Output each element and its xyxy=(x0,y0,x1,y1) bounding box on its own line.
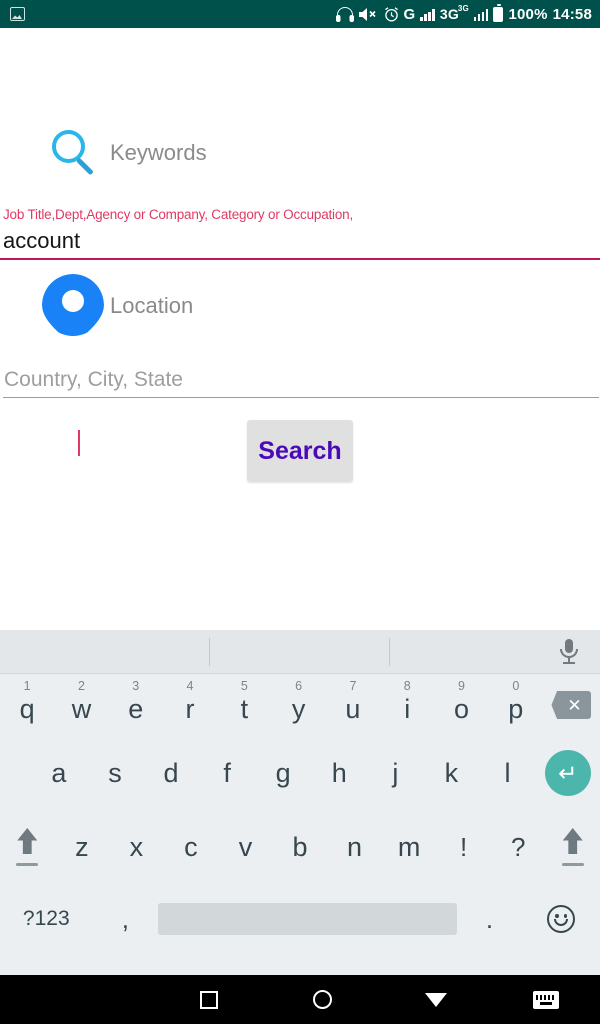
key-r[interactable]: 4r xyxy=(163,674,217,736)
key-period[interactable]: . xyxy=(457,884,523,954)
key-comma[interactable]: , xyxy=(93,884,159,954)
signal-bars-icon-2 xyxy=(473,8,489,21)
key-q[interactable]: 1q xyxy=(0,674,54,736)
phone-screen: G 3G 3G 100% 14:58 Keywords Job Title,Dep… xyxy=(0,0,600,1024)
shift-left-icon[interactable] xyxy=(0,810,55,884)
key-o[interactable]: 9o xyxy=(434,674,488,736)
key-i[interactable]: 8i xyxy=(380,674,434,736)
on-screen-keyboard: 1q 2w 3e 4r 5t 6y 7u 8i 9o 0p ✕ a s d f … xyxy=(0,630,600,975)
keyboard-row-3: z x c v b n m ! ? xyxy=(0,810,600,884)
key-w[interactable]: 2w xyxy=(54,674,108,736)
key-m[interactable]: m xyxy=(382,810,437,884)
keyboard-row-4: ?123 , . xyxy=(0,884,600,954)
location-input[interactable] xyxy=(3,368,599,398)
keywords-hint: Job Title,Dept,Agency or Company, Catego… xyxy=(3,207,354,222)
backspace-icon[interactable]: ✕ xyxy=(543,674,600,736)
image-icon xyxy=(10,7,25,21)
battery-icon xyxy=(493,4,504,22)
emoji-smiley-icon[interactable] xyxy=(522,884,600,954)
key-j[interactable]: j xyxy=(367,736,423,810)
spacebar-key[interactable] xyxy=(158,884,457,954)
keyboard-switch-icon[interactable] xyxy=(492,975,600,1024)
key-f[interactable]: f xyxy=(199,736,255,810)
key-b[interactable]: b xyxy=(273,810,328,884)
search-magnifier-icon xyxy=(52,130,100,182)
search-button[interactable]: Search xyxy=(247,420,353,482)
recents-square-icon[interactable] xyxy=(153,975,266,1024)
enter-key-icon[interactable]: ↵ xyxy=(536,736,600,810)
suggestion-bar[interactable] xyxy=(0,630,600,674)
volume-mute-icon xyxy=(358,7,379,22)
key-a[interactable]: a xyxy=(31,736,87,810)
search-form: Keywords Job Title,Dept,Agency or Compan… xyxy=(0,28,600,630)
home-circle-icon[interactable] xyxy=(266,975,379,1024)
key-g[interactable]: g xyxy=(255,736,311,810)
headphone-icon xyxy=(335,6,354,22)
key-c[interactable]: c xyxy=(164,810,219,884)
key-p[interactable]: 0p xyxy=(489,674,543,736)
signal-bars-icon-1 xyxy=(420,8,435,21)
key-y[interactable]: 6y xyxy=(271,674,325,736)
symbols-key[interactable]: ?123 xyxy=(0,884,93,954)
battery-percent-label: 100% xyxy=(508,5,548,23)
key-d[interactable]: d xyxy=(143,736,199,810)
key-l[interactable]: l xyxy=(479,736,535,810)
location-input-wrap xyxy=(0,368,600,402)
key-k[interactable]: k xyxy=(423,736,479,810)
status-bar-left xyxy=(10,7,25,21)
key-n[interactable]: n xyxy=(327,810,382,884)
key-h[interactable]: h xyxy=(311,736,367,810)
microphone-icon[interactable] xyxy=(556,638,582,666)
map-pin-icon xyxy=(42,274,104,346)
keywords-input[interactable] xyxy=(0,228,600,260)
location-label: Location xyxy=(110,293,194,318)
shift-right-icon[interactable] xyxy=(545,810,600,884)
google-indicator: G xyxy=(403,5,416,23)
key-question[interactable]: ? xyxy=(491,810,546,884)
keyboard-row-2: a s d f g h j k l ↵ xyxy=(0,736,600,810)
network-type-label: 3G 3G xyxy=(439,4,469,22)
status-bar-right: G 3G 3G 100% 14:58 xyxy=(335,4,593,23)
key-t[interactable]: 5t xyxy=(217,674,271,736)
text-cursor xyxy=(78,430,80,456)
alarm-clock-icon xyxy=(384,6,399,22)
key-exclamation[interactable]: ! xyxy=(436,810,491,884)
keyboard-row-1: 1q 2w 3e 4r 5t 6y 7u 8i 9o 0p ✕ xyxy=(0,674,600,736)
key-z[interactable]: z xyxy=(55,810,110,884)
keywords-label: Keywords xyxy=(110,140,207,165)
back-triangle-icon[interactable] xyxy=(379,975,492,1024)
android-navigation-bar xyxy=(0,975,600,1024)
key-s[interactable]: s xyxy=(87,736,143,810)
status-bar: G 3G 3G 100% 14:58 xyxy=(0,0,600,28)
key-x[interactable]: x xyxy=(109,810,164,884)
clock-label: 14:58 xyxy=(552,5,592,23)
key-e[interactable]: 3e xyxy=(109,674,163,736)
key-u[interactable]: 7u xyxy=(326,674,380,736)
key-v[interactable]: v xyxy=(218,810,273,884)
keywords-input-wrap xyxy=(0,228,600,456)
